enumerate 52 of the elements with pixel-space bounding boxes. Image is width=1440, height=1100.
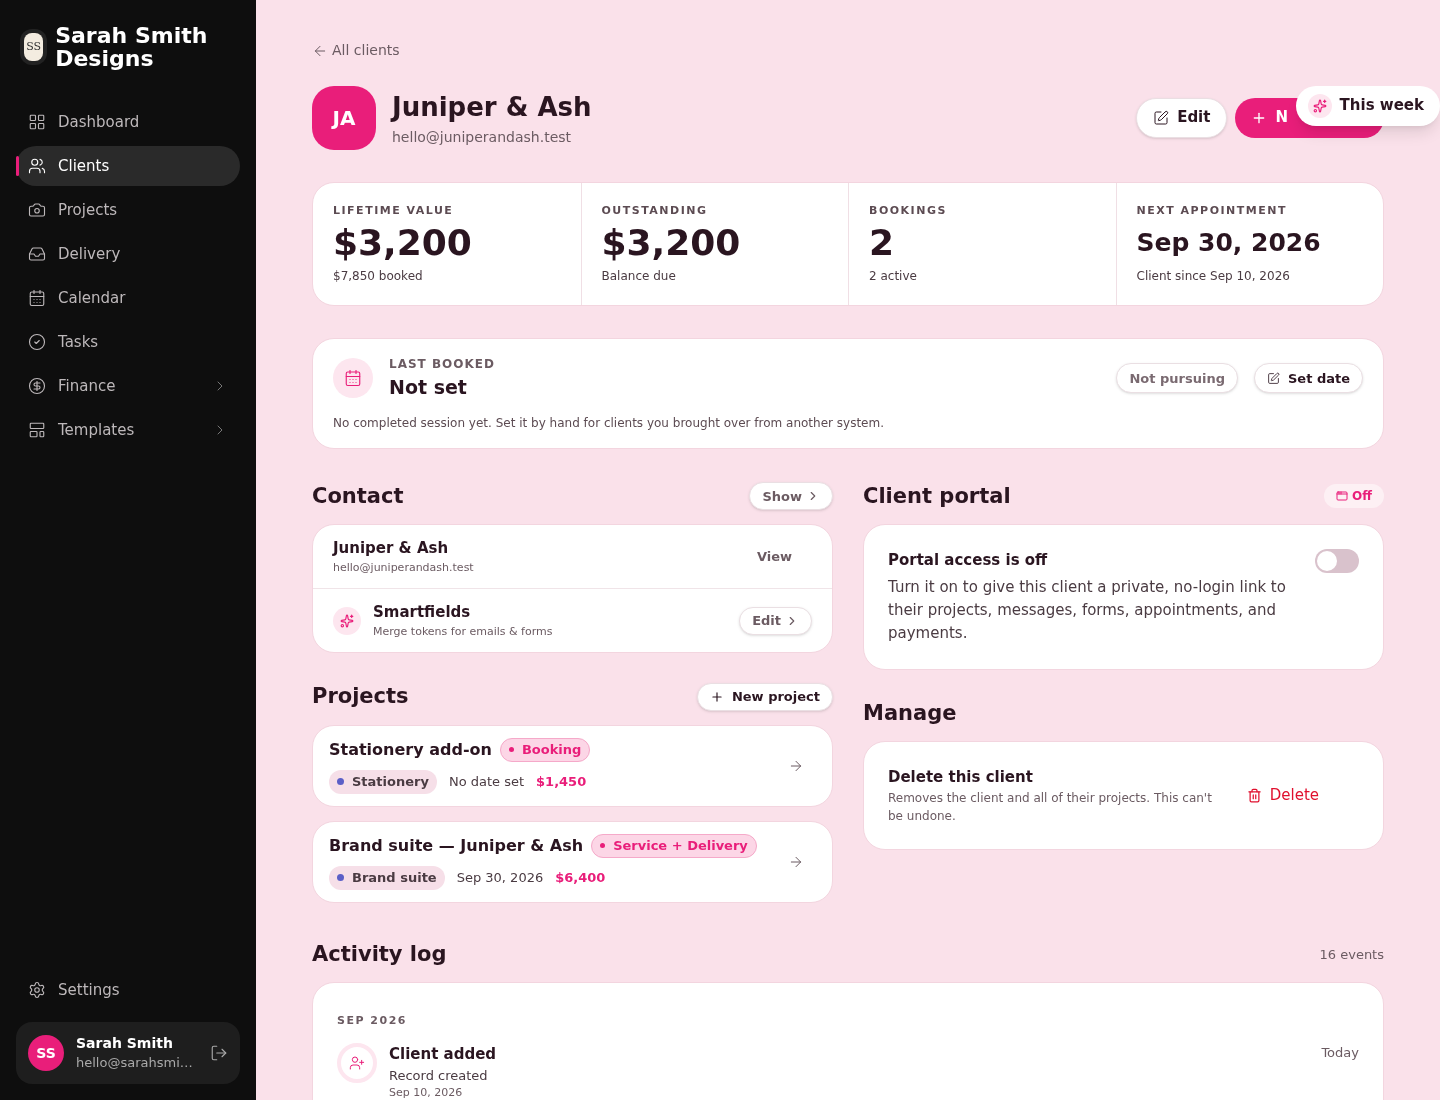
section-title: Manage — [863, 699, 958, 727]
stat-note: Balance due — [601, 268, 677, 285]
stat-value: $3,200 — [601, 223, 742, 263]
manage-heading: Delete this client — [888, 767, 1034, 788]
project-name: Stationery add-on — [329, 738, 492, 761]
project-amount: $6,400 — [555, 868, 606, 887]
client-name: Juniper & Ash — [392, 90, 593, 124]
stat-value: Sep 30, 2026 — [1136, 227, 1322, 259]
project-name: Brand suite — Juniper & Ash — [329, 834, 584, 857]
stat-note: Client since Sep 10, 2026 — [1136, 268, 1291, 285]
smartfields-note: Merge tokens for emails & forms — [373, 623, 554, 640]
stat-label: LIFETIME VALUE — [333, 202, 455, 219]
portal-description: Turn it on to give this client a private, no-login link to their projects, messages, forms, appointments, and payments. — [888, 576, 1287, 644]
client-avatar: JA — [312, 85, 376, 150]
stat-value: 2 — [869, 223, 896, 263]
section-title: Projects — [312, 683, 409, 710]
month-label: SEP 2026 — [337, 1014, 407, 1027]
event-count: 16 events — [1319, 945, 1384, 964]
project-amount: $1,450 — [536, 772, 587, 791]
stat-label: BOOKINGS — [869, 202, 948, 219]
stat-value: $3,200 — [333, 223, 473, 263]
user-name: Sarah Smith — [76, 1034, 174, 1053]
status-badge: Booking — [499, 737, 591, 762]
client-email: hello@juniperandash.test — [392, 127, 573, 147]
category-tag: Stationery — [329, 769, 437, 794]
portal-heading: Portal access is off — [888, 550, 1049, 571]
category-tag: Brand suite — [329, 865, 445, 890]
brand-name: Sarah Smith Designs — [55, 24, 209, 70]
event-time: Today — [1321, 1044, 1359, 1062]
last-booked-label: LAST BOOKED — [389, 356, 496, 373]
stat-label: OUTSTANDING — [601, 202, 709, 219]
contact-email: hello@juniperandash.test — [333, 559, 475, 576]
stat-label: NEXT APPOINTMENT — [1136, 202, 1288, 219]
user-email: hello@sarahsmi… — [76, 1054, 194, 1072]
last-booked-value: Not set — [389, 375, 468, 400]
project-date: Sep 30, 2026 — [456, 868, 544, 887]
section-title: Contact — [312, 482, 404, 510]
stat-note: $7,850 booked — [333, 268, 424, 285]
contact-name: Juniper & Ash — [333, 538, 450, 559]
user-avatar: SS — [28, 1035, 64, 1071]
manage-description: Removes the client and all of their projects. This can't be undone. — [888, 789, 1213, 825]
event-date: Sep 10, 2026 — [389, 1085, 464, 1100]
status-badge: Service + Delivery — [591, 833, 757, 858]
event-note: Record created — [389, 1066, 489, 1085]
section-title: Client portal — [863, 482, 1011, 510]
portal-status-badge: Off — [1324, 484, 1384, 509]
last-booked-note: No completed session yet. Set it by hand for clients you brought over from another system. — [333, 414, 885, 432]
smartfields-title: Smartfields — [373, 602, 472, 623]
stat-note: 2 active — [869, 268, 918, 285]
project-date: No date set — [448, 772, 525, 791]
section-title: Activity log — [312, 940, 447, 968]
event-title: Client added — [389, 1044, 498, 1065]
